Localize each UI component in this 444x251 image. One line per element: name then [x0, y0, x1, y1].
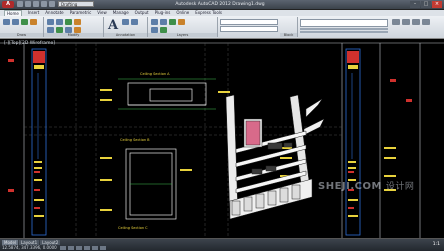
move-icon[interactable]: [47, 19, 54, 25]
quick-access-toolbar: [17, 1, 55, 8]
model-space-canvas[interactable]: Ceiling Section B Ceiling Section C Ceil…: [0, 39, 444, 238]
section-title-c: Ceiling Section C: [118, 226, 148, 230]
lineweight-list: [300, 28, 388, 34]
ribbon-panel-label: Block: [280, 33, 297, 37]
ribbon-panel-label: Draw: [0, 33, 43, 37]
snap-icon[interactable]: [60, 246, 66, 250]
undo-icon[interactable]: [41, 1, 47, 7]
cursor-coordinates: 12.5874, 347.3396, 0.0000: [2, 245, 57, 250]
annotation-scale[interactable]: 1:1: [433, 242, 440, 247]
rotate-icon[interactable]: [56, 19, 63, 25]
ribbon-panel-modify: Modify: [44, 17, 104, 37]
dimension-icon[interactable]: [122, 19, 129, 25]
layer-dropdown[interactable]: [220, 19, 278, 25]
save-icon[interactable]: [33, 1, 39, 7]
layer-lock-icon[interactable]: [178, 19, 185, 25]
ribbon-panel-annotation: A Annotation: [104, 17, 148, 37]
viewport-label[interactable]: [-][Top][2D Wireframe]: [4, 41, 55, 46]
polar-icon[interactable]: [84, 246, 90, 250]
application-menu-button[interactable]: A: [2, 1, 14, 8]
leader-icon[interactable]: [131, 19, 138, 25]
workspace-dropdown[interactable]: Drafting: [58, 1, 94, 7]
redo-icon[interactable]: [49, 1, 55, 7]
ortho-icon[interactable]: [76, 246, 82, 250]
osnap-icon[interactable]: [92, 246, 98, 250]
lineweight-option[interactable]: [300, 31, 388, 33]
arc-icon[interactable]: [30, 19, 37, 25]
quick-select-icon[interactable]: [402, 19, 410, 25]
line-icon[interactable]: [3, 19, 10, 25]
window-title: Autodesk AutoCAD 2012 Drawing1.dwg: [175, 2, 265, 7]
layer-freeze-icon[interactable]: [160, 19, 167, 25]
measure-icon[interactable]: [392, 19, 400, 25]
paste-icon[interactable]: [412, 19, 420, 25]
new-icon[interactable]: [17, 1, 23, 7]
close-button[interactable]: ×: [432, 1, 442, 8]
ribbon-panel-label: Layers: [148, 33, 217, 37]
modify-tools: [47, 19, 81, 33]
maximize-button[interactable]: □: [421, 1, 431, 8]
ribbon-panel-label: Modify: [44, 33, 103, 37]
lineweight-option[interactable]: [300, 28, 388, 30]
linetype-dropdown[interactable]: [300, 19, 388, 27]
ribbon-panel-draw: Draw: [0, 17, 44, 37]
draw-tools: [3, 19, 37, 25]
ribbon: Draw Modify A Annotation Layers Block: [0, 16, 444, 39]
watermark-suffix: 设计网: [385, 182, 415, 192]
section-title-b: Ceiling Section B: [120, 138, 150, 142]
layer-properties-icon[interactable]: [151, 19, 158, 25]
copy-clip-icon[interactable]: [422, 19, 430, 25]
drafting-toggles: [60, 246, 106, 250]
display-shelf-3d: [225, 94, 325, 220]
layer-off-icon[interactable]: [169, 19, 176, 25]
ribbon-panel-label: Annotation: [104, 33, 147, 37]
text-icon[interactable]: A: [108, 18, 118, 33]
title-bar: A Drafting Autodesk AutoCAD 2012 Drawing…: [0, 0, 444, 10]
trim-icon[interactable]: [65, 19, 72, 25]
circle-icon[interactable]: [21, 19, 28, 25]
status-bar: Model Layout1 Layout2 12.5874, 347.3396,…: [0, 238, 444, 251]
utilities-tools: [392, 19, 440, 33]
color-dropdown[interactable]: [220, 26, 278, 32]
watermark: SHEJI.COM 设计网: [318, 179, 414, 192]
ribbon-panel-block: Block: [280, 17, 298, 37]
layer-tools: [151, 19, 185, 33]
minimize-button[interactable]: –: [410, 1, 420, 8]
otrack-icon[interactable]: [100, 246, 106, 250]
window-controls: – □ ×: [410, 1, 442, 8]
ribbon-panel-layers: Layers: [148, 17, 218, 37]
copy-icon[interactable]: [74, 19, 81, 25]
cad-drawing: Ceiling Section B Ceiling Section C Ceil…: [0, 42, 444, 238]
grid-icon[interactable]: [68, 246, 74, 250]
polyline-icon[interactable]: [12, 19, 19, 25]
open-icon[interactable]: [25, 1, 31, 7]
section-title-a: Ceiling Section A: [140, 72, 170, 76]
watermark-brand: SHEJI.COM: [318, 181, 382, 192]
